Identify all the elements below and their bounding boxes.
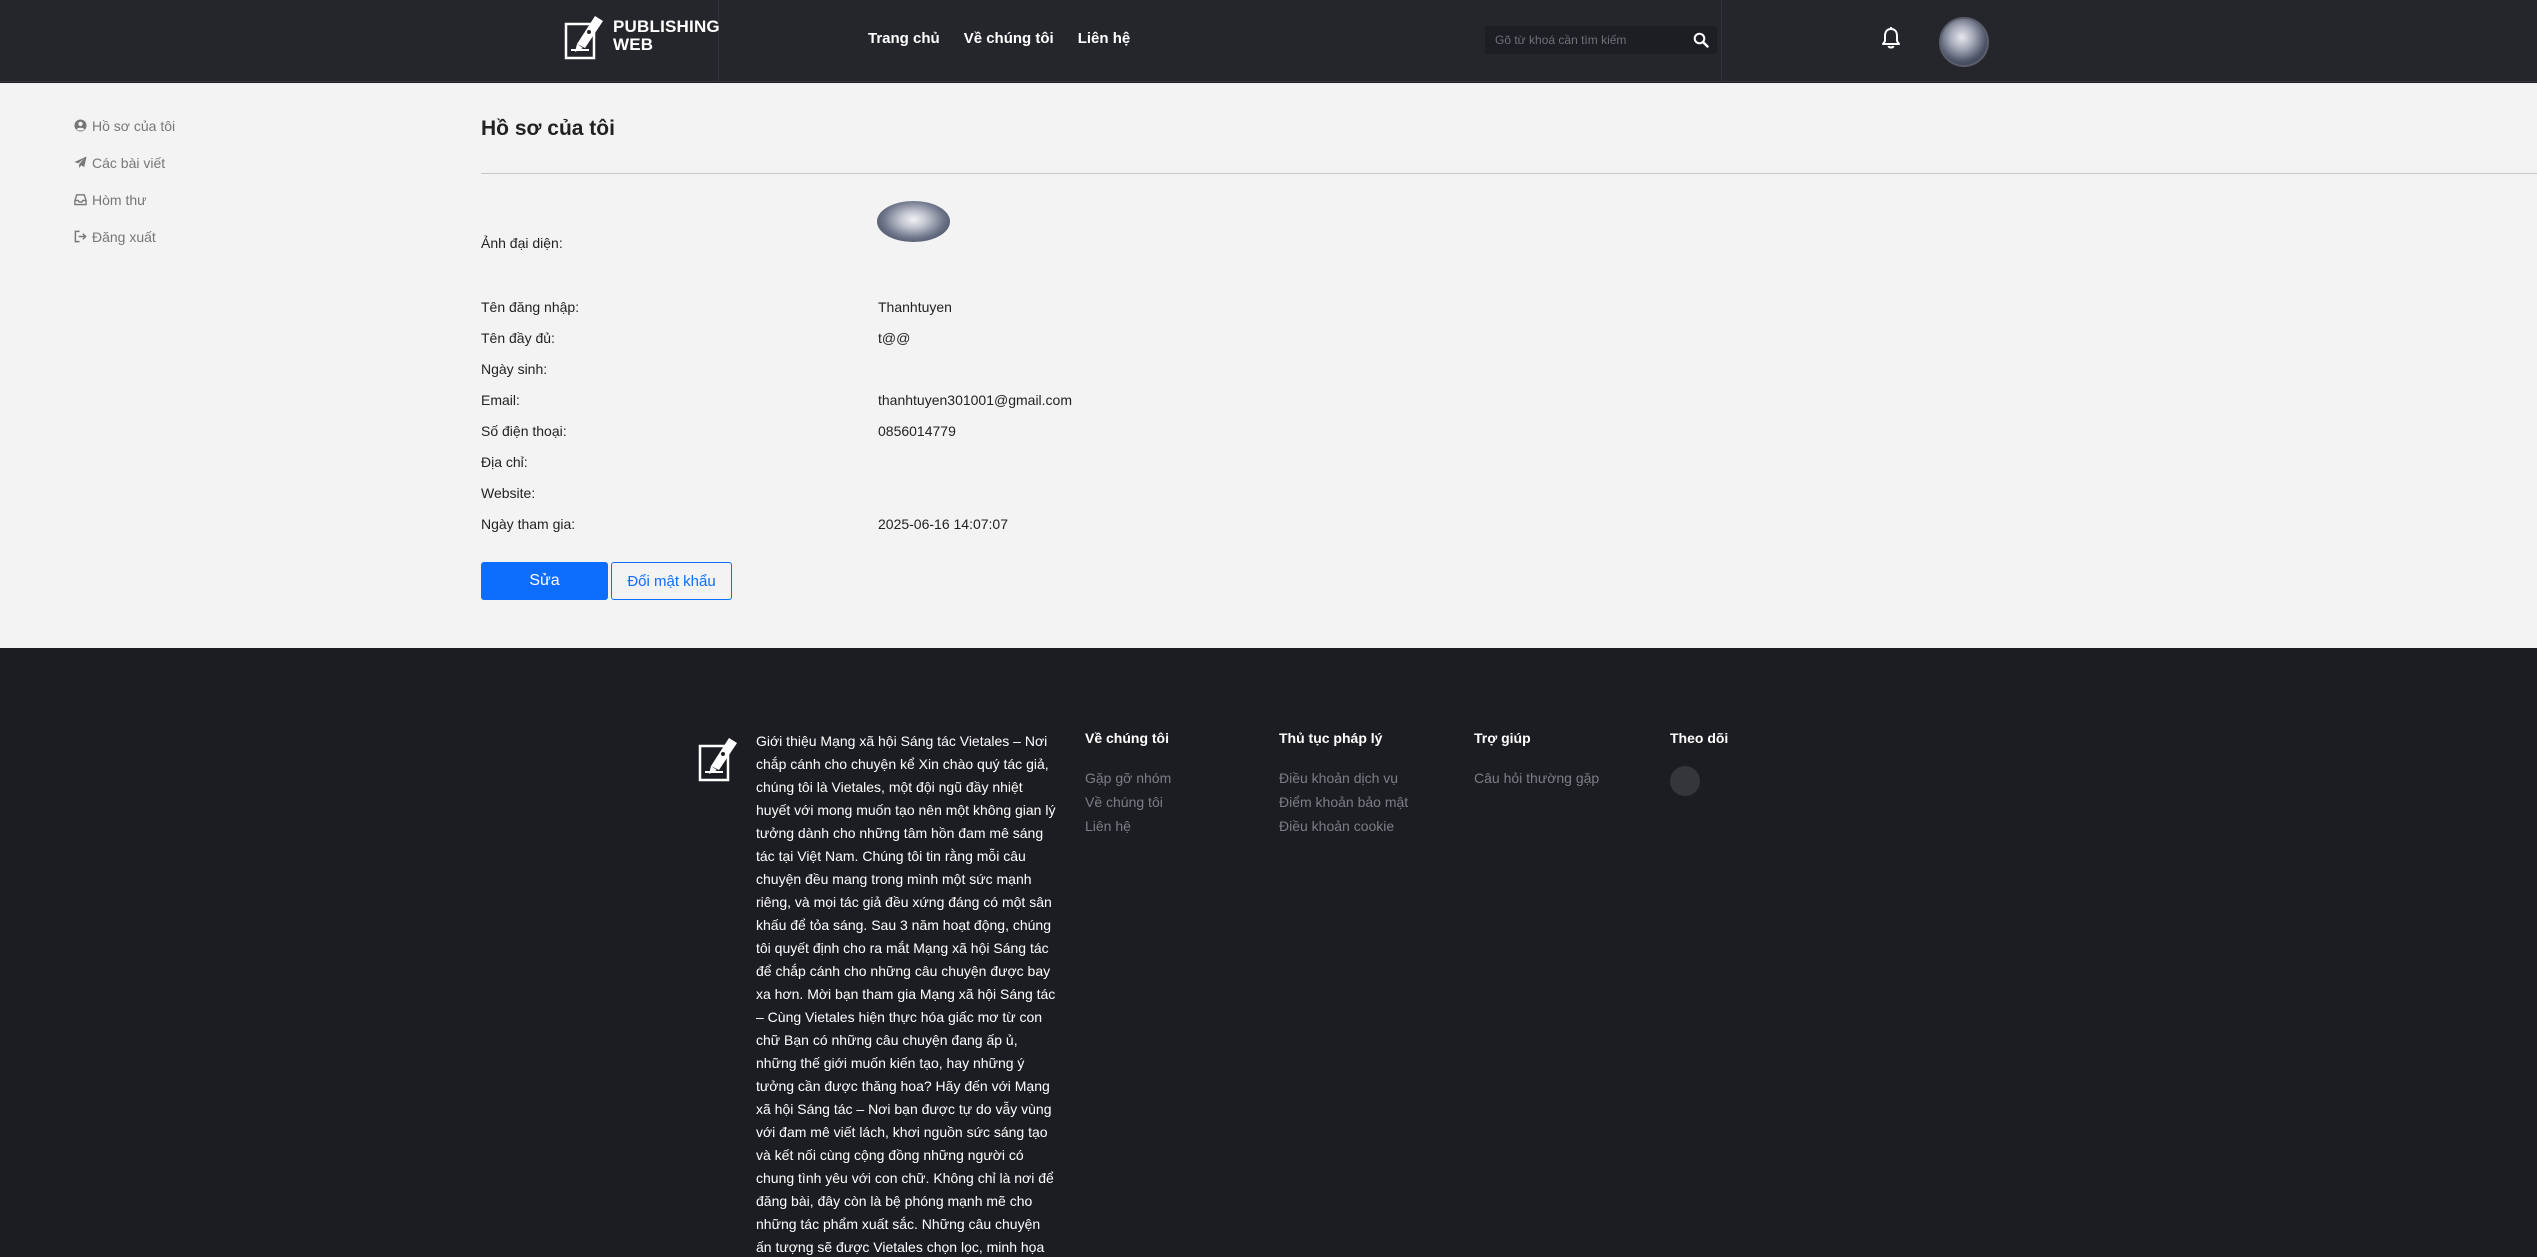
page-title: Hồ sơ của tôi [481,117,615,140]
field-value: 0856014779 [878,423,956,439]
footer-link[interactable]: Điều khoản dịch vụ [1279,766,1408,790]
main-nav: Trang chủ Về chúng tôi Liên hệ [868,30,1130,47]
edit-button[interactable]: Sửa [481,562,608,600]
field-value: 2025-06-16 14:07:07 [878,516,1008,532]
avatar-label: Ảnh đại diện: [481,235,563,251]
social-icon[interactable] [1670,766,1700,796]
pen-paper-logo-icon [698,738,737,782]
footer-link[interactable]: Câu hỏi thường gặp [1474,766,1599,790]
logo-line1: PUBLISHING [613,17,720,36]
header-divider [1721,0,1722,82]
footer-link[interactable]: Về chúng tôi [1085,790,1171,814]
field-label: Tên đăng nhập: [481,299,580,315]
paper-plane-icon [74,156,87,169]
title-divider [481,173,2537,174]
logo-line2: WEB [613,35,654,54]
field-label: Địa chỉ: [481,454,528,470]
footer-link[interactable]: Gặp gỡ nhóm [1085,766,1171,790]
footer-col-title: Theo dõi [1670,730,1729,746]
field-value: t@@ [878,330,911,346]
site-footer: Giới thiệu Mạng xã hội Sáng tác Vietales… [0,648,2537,1257]
field-value: Thanhtuyen [878,299,952,315]
user-avatar[interactable] [1939,17,1989,67]
sidebar-item-label: Hồ sơ của tôi [92,117,176,134]
field-label: Email: [481,392,520,408]
bell-icon[interactable] [1880,26,1902,50]
search-input[interactable] [1485,33,1680,47]
sidebar-item-label: Đăng xuất [92,228,156,245]
logo-text: PUBLISHING WEB [613,18,720,54]
sidebar-item-logout[interactable]: Đăng xuất [74,218,175,255]
footer-col-about: Về chúng tôi Gặp gỡ nhóm Về chúng tôi Li… [1085,730,1171,838]
sidebar-item-posts[interactable]: Các bài viết [74,144,175,181]
field-label: Ngày sinh: [481,361,548,377]
sidebar-item-label: Hòm thư [92,191,147,208]
field-label: Ngày tham gia: [481,516,576,532]
field-value: thanhtuyen301001@gmail.com [878,392,1073,408]
user-circle-icon [74,119,87,132]
footer-link[interactable]: Liên hệ [1085,814,1171,838]
field-label: Website: [481,485,536,501]
top-header: PUBLISHING WEB Trang chủ Về chúng tôi Li… [0,0,2537,82]
field-label: Tên đầy đủ: [481,330,555,346]
footer-link[interactable]: Điều khoản cookie [1279,814,1408,838]
sidebar-item-inbox[interactable]: Hòm thư [74,181,175,218]
sidebar-item-profile[interactable]: Hồ sơ của tôi [74,107,175,144]
profile-avatar [877,201,950,242]
change-password-button[interactable]: Đổi mật khẩu [611,562,732,600]
search-icon[interactable] [1693,32,1709,48]
footer-about-text: Giới thiệu Mạng xã hội Sáng tác Vietales… [756,733,1056,1255]
inbox-icon [74,194,87,206]
footer-col-title: Thủ tục pháp lý [1279,730,1383,746]
nav-home[interactable]: Trang chủ [868,30,940,47]
nav-contact[interactable]: Liên hệ [1078,30,1131,47]
footer-col-help: Trợ giúp Câu hỏi thường gặp [1474,730,1599,790]
profile-sidebar: Hồ sơ của tôi Các bài viết Hòm thư Đăng … [74,107,175,255]
site-logo[interactable]: PUBLISHING WEB [563,10,720,62]
footer-col-legal: Thủ tục pháp lý Điều khoản dịch vụ Điểm … [1279,730,1408,838]
footer-col-title: Về chúng tôi [1085,730,1169,746]
footer-col-title: Trợ giúp [1474,730,1531,746]
sidebar-item-label: Các bài viết [92,154,166,171]
pen-paper-logo-icon [564,16,603,60]
profile-page: Hồ sơ của tôi Các bài viết Hòm thư Đăng … [0,83,2537,648]
search-box [1485,26,1717,54]
sign-out-icon [74,230,87,243]
footer-col-follow: Theo dõi [1670,730,1728,796]
field-label: Số điện thoại: [481,423,567,439]
footer-link[interactable]: Điểm khoản bảo mật [1279,790,1408,814]
nav-about[interactable]: Về chúng tôi [964,30,1054,47]
